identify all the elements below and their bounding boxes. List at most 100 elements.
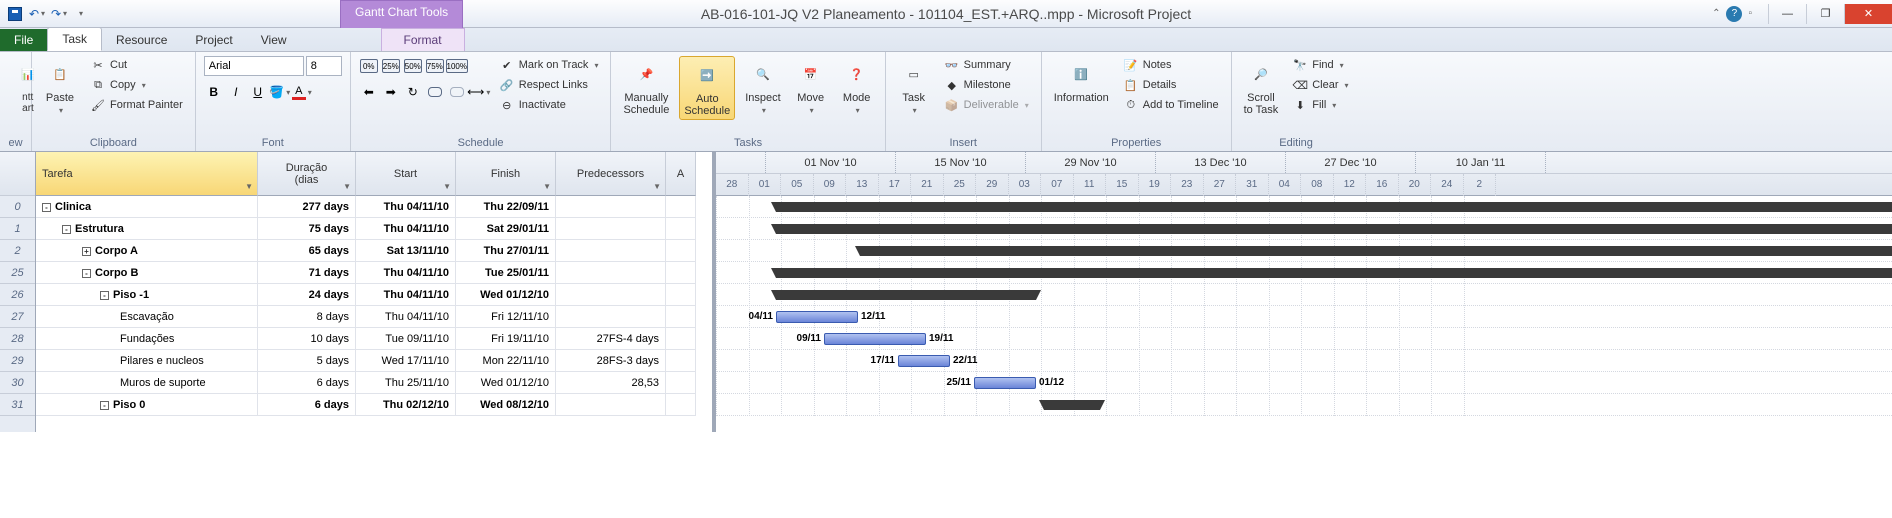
italic-button[interactable]: I xyxy=(226,82,246,102)
find-button[interactable]: 🔭Find xyxy=(1288,56,1352,74)
table-row[interactable]: -Corpo B 71 days Thu 04/11/10 Tue 25/01/… xyxy=(36,262,712,284)
table-row[interactable]: Fundações 10 days Tue 09/11/10 Fri 19/11… xyxy=(36,328,712,350)
summary-bar[interactable] xyxy=(776,224,1892,234)
link-button[interactable] xyxy=(425,82,445,102)
milestone-button[interactable]: ◆Milestone xyxy=(940,76,1033,94)
table-row[interactable]: -Clinica 277 days Thu 04/11/10 Thu 22/09… xyxy=(36,196,712,218)
respect-links-button[interactable]: 🔗Respect Links xyxy=(495,76,603,94)
table-row[interactable]: Pilares e nucleos 5 days Wed 17/11/10 Mo… xyxy=(36,350,712,372)
minimize-button[interactable]: — xyxy=(1768,4,1806,24)
format-painter-button[interactable]: 🖌Format Painter xyxy=(86,96,187,114)
outline-toggle[interactable]: - xyxy=(100,401,109,410)
inactivate-button[interactable]: ⊖Inactivate xyxy=(495,96,603,114)
col-a[interactable]: A xyxy=(666,152,696,196)
outdent-button[interactable]: ⬅ xyxy=(359,82,379,102)
close-button[interactable]: ✕ xyxy=(1844,4,1892,24)
outline-toggle[interactable]: - xyxy=(42,203,51,212)
outline-toggle[interactable]: + xyxy=(82,247,91,256)
mark-on-track-button[interactable]: ✔Mark on Track xyxy=(495,56,603,74)
col-start[interactable]: Start▼ xyxy=(356,152,456,196)
split-button[interactable]: ⟷ xyxy=(469,82,489,102)
summary-bar[interactable] xyxy=(1044,400,1100,410)
quick-access-toolbar: ↶ ↷ ▾ xyxy=(0,5,96,23)
qat-customize-icon[interactable]: ▾ xyxy=(72,5,90,23)
tab-project[interactable]: Project xyxy=(181,29,246,51)
update-button[interactable]: ↻ xyxy=(403,82,423,102)
fill-color-button[interactable]: 🪣 xyxy=(270,82,290,102)
col-predecessors[interactable]: Predecessors▼ xyxy=(556,152,666,196)
tab-format[interactable]: Format xyxy=(381,28,465,51)
ribbon-min-icon[interactable]: ⌃ xyxy=(1712,8,1720,19)
deliverable-button[interactable]: 📦Deliverable xyxy=(940,96,1033,114)
outline-toggle[interactable]: - xyxy=(82,269,91,278)
summary-bar[interactable] xyxy=(860,246,1892,256)
save-icon[interactable] xyxy=(6,5,24,23)
pct-0-button[interactable]: 0% xyxy=(359,56,379,76)
pct-75-button[interactable]: 75% xyxy=(425,56,445,76)
bold-button[interactable]: B xyxy=(204,82,224,102)
timeline-icon: ⏱ xyxy=(1123,97,1139,113)
summary-bar[interactable] xyxy=(776,268,1892,278)
paste-button[interactable]: 📋Paste xyxy=(40,56,80,117)
summary-button[interactable]: 👓Summary xyxy=(940,56,1033,74)
col-finish[interactable]: Finish▼ xyxy=(456,152,556,196)
task-bar[interactable]: 04/1112/11 xyxy=(776,311,858,323)
tab-task[interactable]: Task xyxy=(47,27,102,51)
gantt-chart[interactable]: 01 Nov '1015 Nov '1029 Nov '1013 Dec '10… xyxy=(716,152,1892,432)
table-row[interactable]: -Piso -1 24 days Thu 04/11/10 Wed 01/12/… xyxy=(36,284,712,306)
move-button[interactable]: 📅Move xyxy=(791,56,831,117)
table-row[interactable]: -Piso 0 6 days Thu 02/12/10 Wed 08/12/10 xyxy=(36,394,712,416)
pct-50-button[interactable]: 50% xyxy=(403,56,423,76)
copy-button[interactable]: ⧉Copy xyxy=(86,76,187,94)
details-button[interactable]: 📋Details xyxy=(1119,76,1223,94)
table-row[interactable]: +Corpo A 65 days Sat 13/11/10 Thu 27/01/… xyxy=(36,240,712,262)
group-clipboard: 📋Paste ✂Cut ⧉Copy 🖌Format Painter Clipbo… xyxy=(32,52,196,151)
tab-file[interactable]: File xyxy=(0,29,47,51)
task-bar[interactable]: 25/1101/12 xyxy=(974,377,1036,389)
table-row[interactable]: -Estrutura 75 days Thu 04/11/10 Sat 29/0… xyxy=(36,218,712,240)
col-tarefa[interactable]: Tarefa▼ xyxy=(36,152,258,196)
task-bar[interactable]: 17/1122/11 xyxy=(898,355,950,367)
information-button[interactable]: ℹ️Information xyxy=(1050,56,1113,106)
chain-icon xyxy=(428,87,442,97)
gantt-row xyxy=(716,218,1892,240)
pct-100-button[interactable]: 100% xyxy=(447,56,467,76)
undo-icon[interactable]: ↶ xyxy=(28,5,46,23)
notes-button[interactable]: 📝Notes xyxy=(1119,56,1223,74)
summary-bar[interactable] xyxy=(776,202,1892,212)
font-size-select[interactable] xyxy=(306,56,342,76)
maximize-button[interactable]: ❐ xyxy=(1806,4,1844,24)
pct-25-button[interactable]: 25% xyxy=(381,56,401,76)
manually-schedule-button[interactable]: 📌Manually Schedule xyxy=(619,56,673,118)
tab-view[interactable]: View xyxy=(247,29,301,51)
font-color-button[interactable]: A xyxy=(292,82,312,102)
underline-button[interactable]: U xyxy=(248,82,268,102)
summary-bar[interactable] xyxy=(776,290,1036,300)
group-editing-label: Editing xyxy=(1240,135,1353,149)
percent-complete-row: 0% 25% 50% 75% 100% xyxy=(359,56,489,76)
auto-icon: ➡️ xyxy=(691,59,723,91)
table-row[interactable]: Muros de suporte 6 days Thu 25/11/10 Wed… xyxy=(36,372,712,394)
mode-button[interactable]: ❓Mode xyxy=(837,56,877,117)
table-row[interactable]: Escavação 8 days Thu 04/11/10 Fri 12/11/… xyxy=(36,306,712,328)
redo-icon[interactable]: ↷ xyxy=(50,5,68,23)
unlink-button[interactable] xyxy=(447,82,467,102)
outline-toggle[interactable]: - xyxy=(100,291,109,300)
font-name-select[interactable] xyxy=(204,56,304,76)
indent-button[interactable]: ➡ xyxy=(381,82,401,102)
task-table[interactable]: Tarefa▼ Duração (dias▼ Start▼ Finish▼ Pr… xyxy=(36,152,716,432)
cut-button[interactable]: ✂Cut xyxy=(86,56,187,74)
fill-button[interactable]: ⬇Fill xyxy=(1288,96,1352,114)
clear-button[interactable]: ⌫Clear xyxy=(1288,76,1352,94)
inspect-button[interactable]: 🔍Inspect xyxy=(741,56,784,117)
outline-toggle[interactable]: - xyxy=(62,225,71,234)
task-insert-button[interactable]: ▭Task xyxy=(894,56,934,117)
add-to-timeline-button[interactable]: ⏱Add to Timeline xyxy=(1119,96,1223,114)
tab-resource[interactable]: Resource xyxy=(102,29,181,51)
scroll-to-task-button[interactable]: 🔎Scroll to Task xyxy=(1240,56,1283,118)
task-bar[interactable]: 09/1119/11 xyxy=(824,333,926,345)
window-ctrl-icon[interactable]: ▫ xyxy=(1748,8,1752,19)
col-duracao[interactable]: Duração (dias▼ xyxy=(258,152,356,196)
auto-schedule-button[interactable]: ➡️Auto Schedule xyxy=(679,56,735,120)
help-icon[interactable]: ? xyxy=(1726,6,1742,22)
